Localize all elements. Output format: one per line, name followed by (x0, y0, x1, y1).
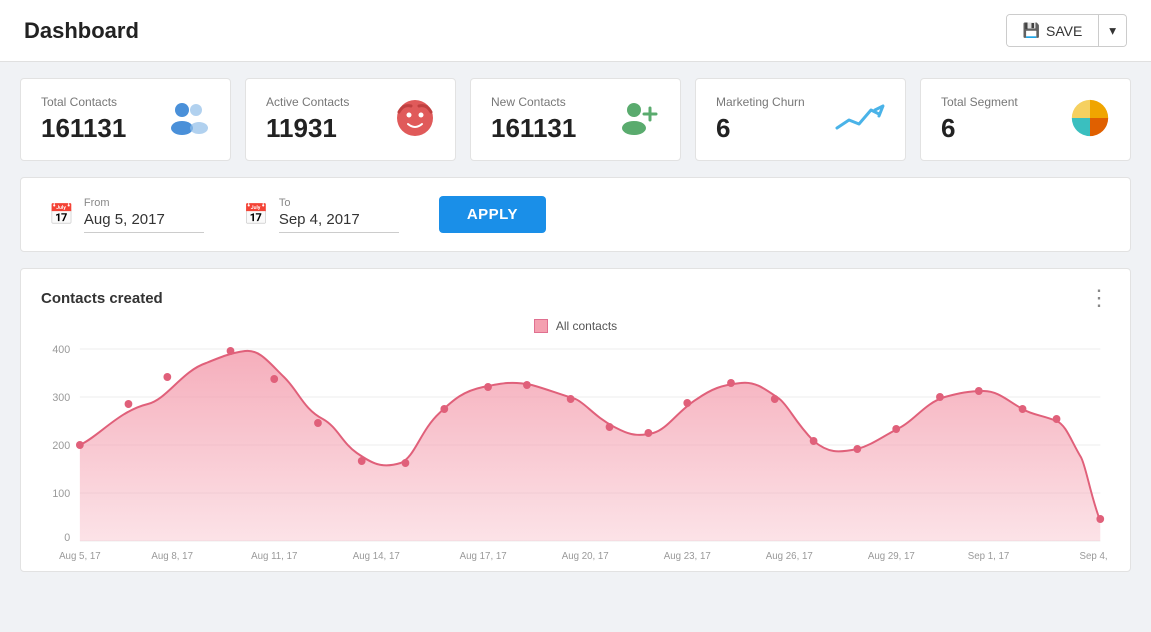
kpi-card-total-segment: Total Segment 6 (920, 78, 1131, 161)
main-content: Total Contacts 161131 Active Contacts 11… (0, 62, 1151, 588)
area-chart-svg: 400 300 200 100 0 (41, 341, 1110, 561)
page-title: Dashboard (24, 18, 139, 44)
kpi-label-total-contacts: Total Contacts (41, 95, 126, 109)
app-header: Dashboard 💾 SAVE ▾ (0, 0, 1151, 62)
kpi-text-active-contacts: Active Contacts 11931 (266, 95, 349, 144)
svg-text:Sep 4, 17: Sep 4, 17 (1079, 551, 1110, 561)
save-label: SAVE (1046, 23, 1082, 39)
kpi-card-active-contacts: Active Contacts 11931 (245, 78, 456, 161)
kpi-row: Total Contacts 161131 Active Contacts 11… (20, 78, 1131, 161)
svg-text:Aug 20, 17: Aug 20, 17 (562, 551, 609, 561)
svg-text:100: 100 (52, 488, 70, 500)
kpi-text-total-contacts: Total Contacts 161131 (41, 95, 126, 144)
chart-title: Contacts created (41, 290, 163, 307)
svg-text:Aug 8, 17: Aug 8, 17 (151, 551, 193, 561)
date-filter-card: 📅 From Aug 5, 2017 📅 To Sep 4, 2017 APPL… (20, 177, 1131, 252)
kpi-value-marketing-churn: 6 (716, 113, 805, 144)
kpi-value-new-contacts: 161131 (491, 113, 576, 144)
save-button-group: 💾 SAVE ▾ (1006, 14, 1127, 47)
svg-text:200: 200 (52, 440, 70, 452)
svg-text:Aug 17, 17: Aug 17, 17 (460, 551, 507, 561)
svg-text:Aug 23, 17: Aug 23, 17 (664, 551, 711, 561)
kpi-text-marketing-churn: Marketing Churn 6 (716, 95, 805, 144)
kpi-card-total-contacts: Total Contacts 161131 (20, 78, 231, 161)
svg-text:Sep 1, 17: Sep 1, 17 (968, 551, 1010, 561)
chart-header: Contacts created ⋮ (41, 285, 1110, 311)
face-icon (395, 98, 435, 141)
chart-area: 400 300 200 100 0 (41, 341, 1110, 561)
kpi-value-active-contacts: 11931 (266, 113, 349, 144)
chevron-down-icon: ▾ (1109, 23, 1116, 38)
svg-text:300: 300 (52, 392, 70, 404)
kpi-label-active-contacts: Active Contacts (266, 95, 349, 109)
svg-text:Aug 14, 17: Aug 14, 17 (353, 551, 400, 561)
calendar-from-icon: 📅 (49, 202, 74, 227)
svg-text:Aug 5, 17: Aug 5, 17 (59, 551, 101, 561)
kpi-label-marketing-churn: Marketing Churn (716, 95, 805, 109)
to-date-text: To Sep 4, 2017 (279, 197, 399, 233)
save-dropdown-button[interactable]: ▾ (1099, 16, 1126, 46)
calendar-to-icon: 📅 (244, 202, 269, 227)
svg-text:400: 400 (52, 344, 70, 356)
chart-legend: All contacts (41, 319, 1110, 333)
save-button[interactable]: 💾 SAVE (1007, 15, 1100, 46)
from-date-field: 📅 From Aug 5, 2017 (49, 197, 204, 233)
legend-label: All contacts (556, 319, 617, 333)
svg-text:Aug 11, 17: Aug 11, 17 (251, 551, 297, 561)
kpi-text-new-contacts: New Contacts 161131 (491, 95, 576, 144)
kpi-label-total-segment: Total Segment (941, 95, 1018, 109)
trend-icon (835, 100, 885, 139)
people-icon (166, 100, 210, 139)
from-date-text: From Aug 5, 2017 (84, 197, 204, 233)
chart-menu-icon[interactable]: ⋮ (1088, 285, 1110, 311)
kpi-card-new-contacts: New Contacts 161131 (470, 78, 681, 161)
chart-card: Contacts created ⋮ All contacts 400 300 … (20, 268, 1131, 572)
kpi-label-new-contacts: New Contacts (491, 95, 576, 109)
pie-icon (1070, 98, 1110, 141)
add-person-icon (614, 100, 660, 139)
kpi-card-marketing-churn: Marketing Churn 6 (695, 78, 906, 161)
save-disk-icon: 💾 (1023, 22, 1040, 39)
to-date-field: 📅 To Sep 4, 2017 (244, 197, 399, 233)
apply-button[interactable]: APPLY (439, 196, 546, 233)
svg-text:0: 0 (64, 532, 70, 544)
from-label: From (84, 197, 204, 209)
kpi-text-total-segment: Total Segment 6 (941, 95, 1018, 144)
legend-color-box (534, 319, 548, 333)
from-value[interactable]: Aug 5, 2017 (84, 211, 204, 233)
kpi-value-total-segment: 6 (941, 113, 1018, 144)
svg-text:Aug 29, 17: Aug 29, 17 (868, 551, 915, 561)
to-label: To (279, 197, 399, 209)
to-value[interactable]: Sep 4, 2017 (279, 211, 399, 233)
kpi-value-total-contacts: 161131 (41, 113, 126, 144)
svg-text:Aug 26, 17: Aug 26, 17 (766, 551, 813, 561)
